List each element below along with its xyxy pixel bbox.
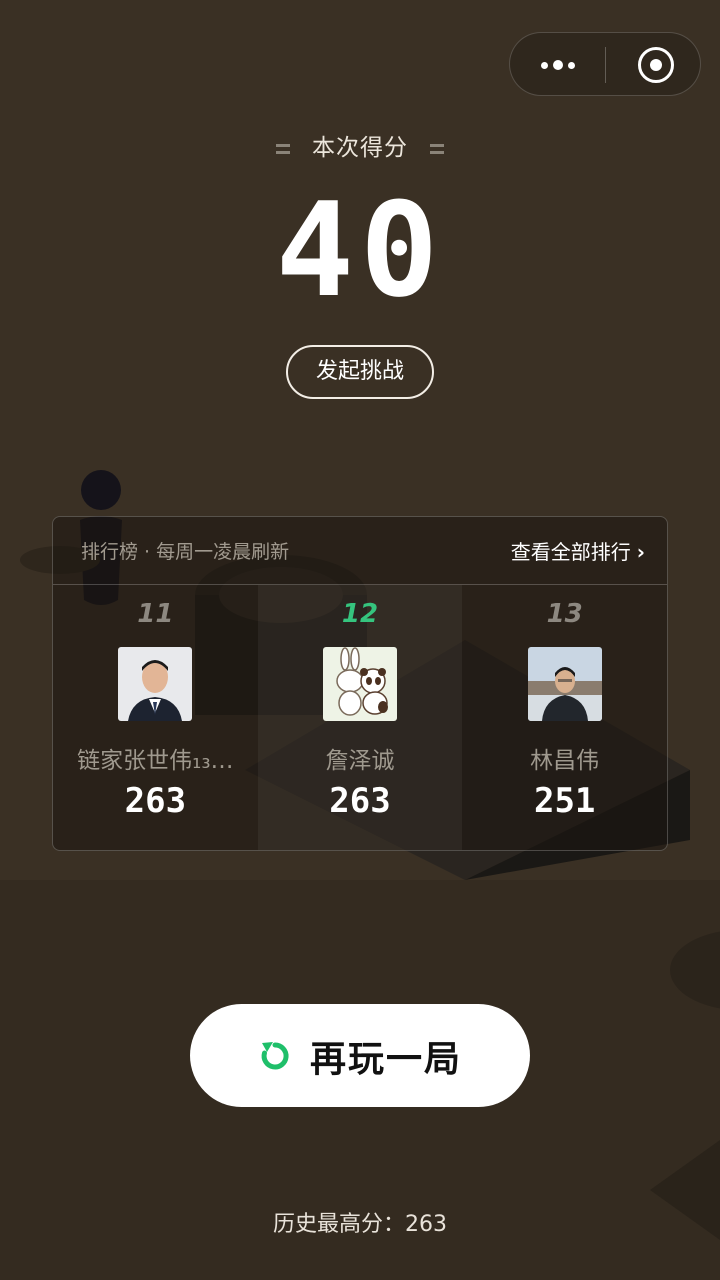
player-score: 263 [124,781,187,821]
player-name: 林昌伟 [530,748,600,774]
view-all-label: 查看全部排行 [510,540,631,564]
player-score: 263 [329,781,391,821]
more-dots-icon[interactable] [510,33,606,97]
player-name: 链家张世伟₁₃… [77,748,234,774]
best-score: 历史最高分：263 [273,1212,447,1237]
player-rank: 12 [341,599,379,629]
player-name: 詹泽诚 [325,748,395,774]
leaderboard-players: 11 链家张世伟₁₃… 263 12 詹泽诚 263 13 林昌伟 251 [53,585,667,850]
avatar [118,647,193,721]
refresh-icon [261,1041,289,1069]
player-score: 251 [533,781,596,821]
leaderboard-panel: 排行榜 · 每周一凌晨刷新 查看全部排行 › 11 链家张世伟₁₃… 263 12 [52,516,668,851]
score-label-row: 本次得分 [0,128,720,162]
player-rank: 13 [546,599,583,629]
view-all-ranking-link[interactable]: 查看全部排行 › [511,536,645,565]
current-score: 40 [275,174,445,326]
player-rank: 11 [137,599,174,629]
challenge-button[interactable]: 发起挑战 [286,345,434,399]
player-entry-12[interactable]: 12 詹泽诚 263 [257,585,463,850]
player-entry-11[interactable]: 11 链家张世伟₁₃… 263 [53,585,258,850]
avatar [527,647,602,721]
leaderboard-header: 排行榜 · 每周一凌晨刷新 查看全部排行 › [53,517,667,585]
leaderboard-title: 排行榜 · 每周一凌晨刷新 [81,541,290,563]
label-decoration-left [275,143,290,154]
player-entry-13[interactable]: 13 林昌伟 251 [462,585,667,850]
label-decoration-right [430,143,445,154]
capsule-divider [605,47,606,83]
replay-label: 再玩一局 [309,1038,462,1080]
chevron-right-icon: › [636,540,645,564]
avatar [323,647,397,721]
score-label: 本次得分 [312,135,408,161]
replay-button[interactable]: 再玩一局 [190,1004,530,1107]
target-circle-icon[interactable] [638,47,674,83]
mini-program-capsule [509,32,701,96]
